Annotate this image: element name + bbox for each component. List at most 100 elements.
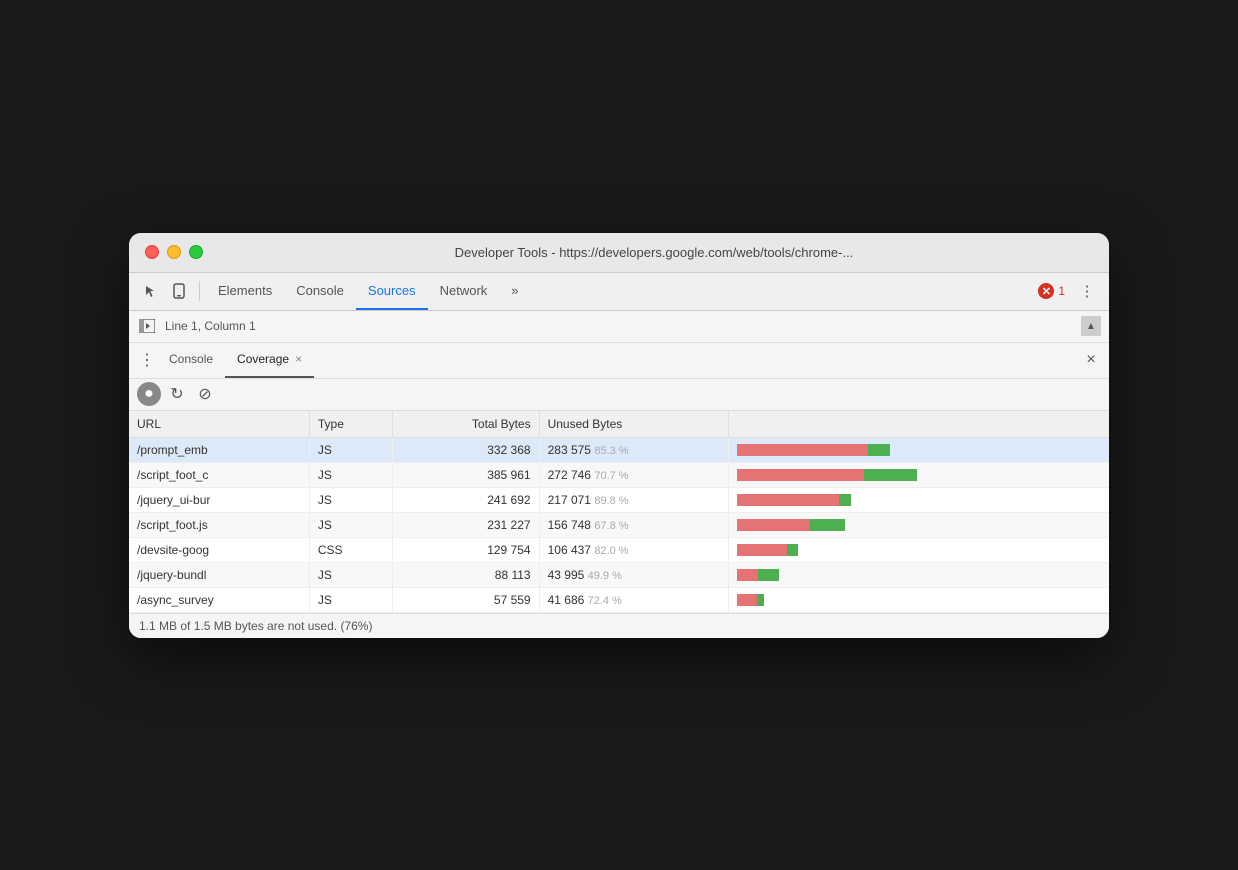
coverage-tab-close[interactable]: × (295, 352, 302, 366)
minimize-button[interactable] (167, 245, 181, 259)
traffic-lights (145, 245, 203, 259)
toggle-sidebar-icon[interactable] (137, 316, 157, 336)
table-row[interactable]: /async_surveyJS57 55941 686 72.4 % (129, 587, 1109, 612)
cell-unused-bytes: 217 071 89.8 % (539, 487, 729, 512)
cell-unused-bytes: 283 575 85.3 % (539, 437, 729, 462)
table-header-row: URL Type Total Bytes Unused Bytes (129, 411, 1109, 438)
unused-num: 156 748 (548, 518, 591, 532)
cell-total-bytes: 332 368 (393, 437, 540, 462)
status-text: 1.1 MB of 1.5 MB bytes are not used. (76… (139, 619, 372, 633)
devtools-window: Developer Tools - https://developers.goo… (129, 233, 1109, 638)
title-bar: Developer Tools - https://developers.goo… (129, 233, 1109, 273)
cell-type: JS (309, 462, 392, 487)
table-row[interactable]: /script_foot.jsJS231 227156 748 67.8 % (129, 512, 1109, 537)
bar-used (839, 494, 851, 506)
panel-tabs-right: × (1081, 350, 1101, 370)
usage-bar (737, 494, 850, 506)
unused-num: 43 995 (548, 568, 585, 582)
usage-bar (737, 594, 764, 606)
more-options-icon[interactable]: ⋮ (1073, 277, 1101, 305)
col-total-bytes: Total Bytes (393, 411, 540, 438)
cell-total-bytes: 57 559 (393, 587, 540, 612)
cell-total-bytes: 385 961 (393, 462, 540, 487)
record-button[interactable]: ● (137, 382, 161, 406)
cell-unused-bytes: 272 746 70.7 % (539, 462, 729, 487)
usage-bar (737, 544, 798, 556)
bar-used (787, 544, 798, 556)
cell-bar (729, 462, 1109, 487)
expand-icon[interactable]: ▲ (1081, 316, 1101, 336)
sources-sub-toolbar: Line 1, Column 1 ▲ (129, 311, 1109, 343)
tab-sources[interactable]: Sources (356, 272, 428, 310)
cell-total-bytes: 231 227 (393, 512, 540, 537)
unused-num: 272 746 (548, 468, 591, 482)
unused-num: 106 437 (548, 543, 591, 557)
bar-unused (737, 494, 839, 506)
unused-pct: 72.4 % (588, 595, 622, 607)
table-row[interactable]: /jquery_ui-burJS241 692217 071 89.8 % (129, 487, 1109, 512)
unused-num: 217 071 (548, 493, 591, 507)
mobile-icon[interactable] (165, 277, 193, 305)
panel-tab-coverage[interactable]: Coverage × (225, 342, 314, 378)
devtools-tabs-bar: Elements Console Sources Network » ✕ 1 ⋮ (129, 273, 1109, 311)
usage-bar (737, 444, 890, 456)
unused-pct: 82.0 % (594, 545, 628, 557)
panel-tab-console[interactable]: Console (157, 342, 225, 378)
close-panel-icon[interactable]: × (1081, 350, 1101, 370)
cell-total-bytes: 241 692 (393, 487, 540, 512)
bar-unused (737, 444, 868, 456)
coverage-table-body: /prompt_embJS332 368283 575 85.3 %/scrip… (129, 437, 1109, 612)
usage-bar (737, 469, 917, 481)
col-type: Type (309, 411, 392, 438)
unused-pct: 85.3 % (594, 445, 628, 457)
cell-unused-bytes: 41 686 72.4 % (539, 587, 729, 612)
cell-url: /jquery_ui-bur (129, 487, 309, 512)
bar-used (810, 519, 845, 531)
tab-console[interactable]: Console (284, 272, 356, 310)
cell-type: JS (309, 562, 392, 587)
unused-pct: 89.8 % (594, 495, 628, 507)
unused-num: 283 575 (548, 443, 591, 457)
tab-network[interactable]: Network (428, 272, 500, 310)
bar-used (757, 594, 764, 606)
error-icon: ✕ (1038, 283, 1054, 299)
tab-separator (199, 281, 200, 301)
cell-unused-bytes: 156 748 67.8 % (539, 512, 729, 537)
cursor-icon[interactable] (137, 277, 165, 305)
tab-elements[interactable]: Elements (206, 272, 284, 310)
maximize-button[interactable] (189, 245, 203, 259)
cell-total-bytes: 129 754 (393, 537, 540, 562)
reload-button[interactable]: ↻ (165, 382, 189, 406)
bar-used (758, 569, 779, 581)
cell-url: /async_survey (129, 587, 309, 612)
col-url: URL (129, 411, 309, 438)
bar-used (868, 444, 890, 456)
unused-pct: 67.8 % (594, 520, 628, 532)
close-button[interactable] (145, 245, 159, 259)
tab-more[interactable]: » (499, 272, 530, 310)
cell-bar (729, 487, 1109, 512)
status-text: Line 1, Column 1 (165, 319, 1073, 333)
bar-unused (737, 519, 810, 531)
cell-bar (729, 437, 1109, 462)
devtools-tabs-right: ✕ 1 ⋮ (1038, 277, 1101, 305)
table-row[interactable]: /script_foot_cJS385 961272 746 70.7 % (129, 462, 1109, 487)
unused-pct: 70.7 % (594, 470, 628, 482)
table-row[interactable]: /devsite-googCSS129 754106 437 82.0 % (129, 537, 1109, 562)
usage-bar (737, 569, 778, 581)
unused-num: 41 686 (548, 593, 585, 607)
cell-type: JS (309, 487, 392, 512)
cell-bar (729, 512, 1109, 537)
cell-unused-bytes: 43 995 49.9 % (539, 562, 729, 587)
bar-unused (737, 594, 757, 606)
cell-url: /script_foot.js (129, 512, 309, 537)
table-row[interactable]: /jquery-bundlJS88 11343 995 49.9 % (129, 562, 1109, 587)
cell-bar (729, 537, 1109, 562)
cell-type: JS (309, 587, 392, 612)
clear-button[interactable]: ⊘ (193, 382, 217, 406)
table-row[interactable]: /prompt_embJS332 368283 575 85.3 % (129, 437, 1109, 462)
coverage-table-wrapper: URL Type Total Bytes Unused Bytes /promp… (129, 411, 1109, 613)
col-unused-bytes: Unused Bytes (539, 411, 729, 438)
panel-menu-icon[interactable]: ⋮ (137, 350, 157, 370)
cell-bar (729, 587, 1109, 612)
